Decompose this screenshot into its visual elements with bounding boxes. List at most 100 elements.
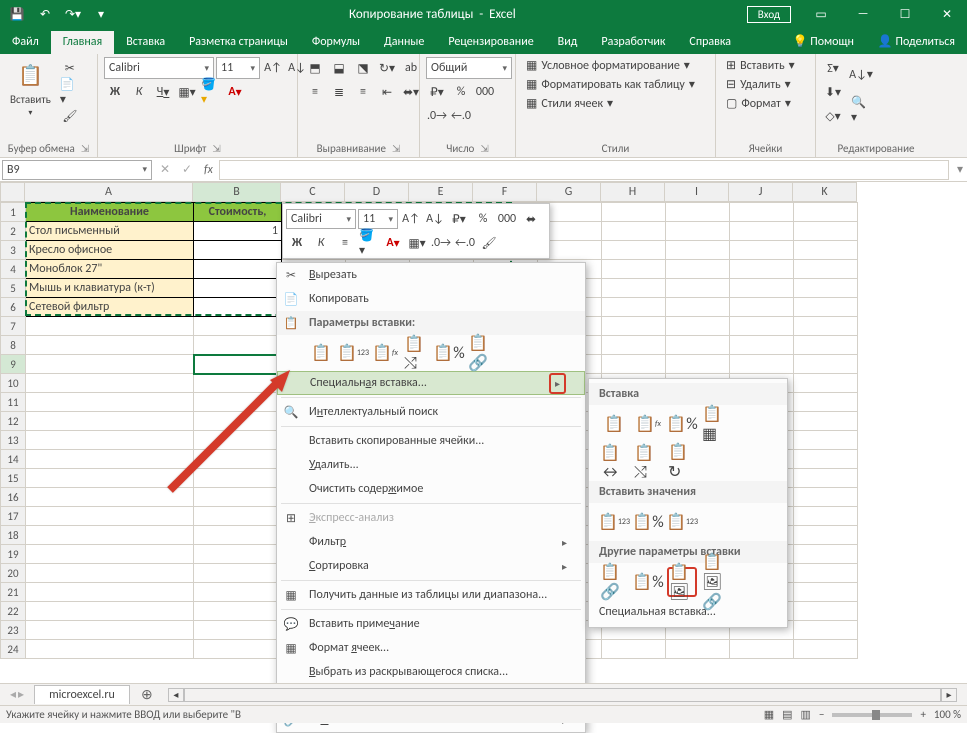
col-header-k[interactable]: K <box>793 182 857 202</box>
ctx-copy[interactable]: 📄Копировать <box>277 287 585 311</box>
close-button[interactable]: ✕ <box>927 0 967 28</box>
mini-inc-dec[interactable]: .0→ <box>430 232 452 254</box>
tab-nav-first[interactable]: ◂ <box>10 687 16 702</box>
cell-b5[interactable] <box>194 279 282 298</box>
sub-paste-linked-picture[interactable]: 📋🖼🔗 <box>701 567 731 597</box>
comma-button[interactable]: 000 <box>474 81 496 103</box>
ctx-smart-lookup[interactable]: 🔍Интеллектуальный поиск <box>277 400 585 424</box>
insert-cells-button[interactable]: ⊞ Вставить▾ <box>722 57 799 74</box>
format-painter-button[interactable]: 🖌 <box>59 105 81 127</box>
mini-currency[interactable]: ₽▾ <box>448 208 470 230</box>
find-button[interactable]: 🔍▾ <box>850 93 872 127</box>
tab-developer[interactable]: Разработчик <box>589 31 677 54</box>
currency-button[interactable]: ₽▾ <box>426 81 448 103</box>
paste-formatting-icon[interactable]: 📋% <box>435 339 463 367</box>
col-header-d[interactable]: D <box>345 182 409 202</box>
align-right-button[interactable]: ≡ <box>352 81 374 103</box>
view-pagelayout-icon[interactable]: ▤ <box>782 708 792 721</box>
col-header-j[interactable]: J <box>729 182 793 202</box>
col-header-c[interactable]: C <box>281 182 345 202</box>
clipboard-launcher[interactable]: ⇲ <box>81 142 89 155</box>
fill-button[interactable]: ⬇▾ <box>822 81 844 103</box>
minimize-button[interactable]: — <box>843 0 883 28</box>
underline-button[interactable]: Ч▾ <box>152 81 174 103</box>
paste-formulas-icon[interactable]: 📋fx <box>371 339 399 367</box>
cell-b6[interactable] <box>194 298 282 317</box>
mini-borders[interactable]: ▦▾ <box>406 232 428 254</box>
tab-insert[interactable]: Вставка <box>114 31 177 54</box>
sub-paste-special-dialog[interactable]: Специальная вставка... <box>589 601 787 623</box>
align-center-button[interactable]: ≣ <box>328 81 350 103</box>
copy-button[interactable]: 📄▾ <box>59 81 81 103</box>
increase-decimal-button[interactable]: .0→ <box>426 105 448 127</box>
font-name-combo[interactable]: Calibri▾ <box>104 57 214 79</box>
format-table-button[interactable]: ▦ Форматировать как таблицу▾ <box>522 76 699 93</box>
login-button[interactable]: Вход <box>747 6 791 23</box>
col-header-b[interactable]: B <box>193 182 281 202</box>
mini-italic[interactable]: К <box>310 232 332 254</box>
italic-button[interactable]: К <box>128 81 150 103</box>
mini-dec-dec[interactable]: ←.0 <box>454 232 476 254</box>
col-header-a[interactable]: A <box>25 182 193 202</box>
cell-b9[interactable] <box>194 355 282 374</box>
sub-paste-formulas[interactable]: 📋fx <box>633 409 663 439</box>
font-size-combo[interactable]: 11▾ <box>216 57 260 79</box>
mini-shrink-font[interactable]: A↓ <box>424 208 446 230</box>
tab-nav-last[interactable]: ▸ <box>18 687 24 702</box>
col-header-e[interactable]: E <box>409 182 473 202</box>
cell-a6[interactable]: Сетевой фильтр <box>26 298 194 317</box>
mini-fill[interactable]: 🪣▾ <box>358 232 380 254</box>
fill-color-button[interactable]: 🪣▾ <box>200 81 222 103</box>
sub-values[interactable]: 📋123 <box>599 507 629 537</box>
zoom-slider[interactable] <box>832 713 912 717</box>
maximize-button[interactable]: ☐ <box>885 0 925 28</box>
mini-painter[interactable]: 🖌 <box>478 232 500 254</box>
cond-format-button[interactable]: ▦ Условное форматирование▾ <box>522 57 694 74</box>
font-launcher[interactable]: ⇲ <box>212 142 220 155</box>
sub-values-format[interactable]: 📋123 <box>667 507 697 537</box>
sub-paste-noborders[interactable]: 📋▦ <box>701 409 731 439</box>
mini-comma[interactable]: 000 <box>496 208 518 230</box>
ctx-clear[interactable]: Очистить содержимое <box>277 477 585 501</box>
delete-cells-button[interactable]: ⊟ Удалить▾ <box>722 76 795 93</box>
name-box[interactable]: B9▾ <box>2 160 152 180</box>
mini-bold[interactable]: Ж <box>286 232 308 254</box>
tab-file[interactable]: Файл <box>0 31 51 54</box>
align-launcher[interactable]: ⇲ <box>392 142 400 155</box>
cell-styles-button[interactable]: ▦ Стили ячеек▾ <box>522 95 617 112</box>
ctx-delete[interactable]: Удалить... <box>277 453 585 477</box>
cell-a5[interactable]: Мышь и клавиатура (к-т) <box>26 279 194 298</box>
cell-b1[interactable]: Стоимость, <box>194 203 282 222</box>
cancel-formula-button[interactable]: ✕ <box>154 162 176 177</box>
mini-percent[interactable]: % <box>472 208 494 230</box>
col-header-f[interactable]: F <box>473 182 537 202</box>
cell-a4[interactable]: Моноблок 27" <box>26 260 194 279</box>
cell-a2[interactable]: Стол письменный <box>26 222 194 241</box>
view-normal-icon[interactable]: ▦ <box>764 708 774 721</box>
cell-b2[interactable]: 1 <box>194 222 282 241</box>
tell-me[interactable]: 💡 Помощн <box>781 30 866 54</box>
sort-filter-button[interactable]: A↓▾ <box>850 57 872 91</box>
mini-font-combo[interactable]: Calibri▾ <box>286 209 356 229</box>
format-cells-button[interactable]: ▢ Формат▾ <box>722 95 795 112</box>
clear-button[interactable]: ◇▾ <box>822 105 844 127</box>
orientation-button[interactable]: ↻▾ <box>376 57 398 79</box>
mini-merge[interactable]: ⬌ <box>520 208 542 230</box>
tab-review[interactable]: Рецензирование <box>436 31 545 54</box>
wrap-text-button[interactable]: ab <box>400 57 422 79</box>
tab-help[interactable]: Справка <box>677 31 743 54</box>
select-all-button[interactable] <box>0 182 25 202</box>
view-pagebreak-icon[interactable]: ▥ <box>801 708 811 721</box>
zoom-in-button[interactable]: + <box>920 708 925 721</box>
align-middle-button[interactable]: ⬓ <box>328 57 350 79</box>
sheet-tab[interactable]: microexcel.ru <box>34 685 130 704</box>
ctx-cut[interactable]: ✂Вырезать <box>277 263 585 287</box>
autosum-button[interactable]: Σ▾ <box>822 57 844 79</box>
ctx-paste-special[interactable]: Специальная вставка...▸ <box>277 371 585 395</box>
sub-paste-picture[interactable]: 📋🖼 <box>667 567 697 597</box>
cut-button[interactable]: ✂ <box>59 57 81 79</box>
mini-fontcolor[interactable]: A▾ <box>382 232 404 254</box>
align-top-button[interactable]: ⬒ <box>304 57 326 79</box>
save-button[interactable]: 💾 <box>4 2 30 26</box>
formula-input[interactable] <box>219 160 949 180</box>
